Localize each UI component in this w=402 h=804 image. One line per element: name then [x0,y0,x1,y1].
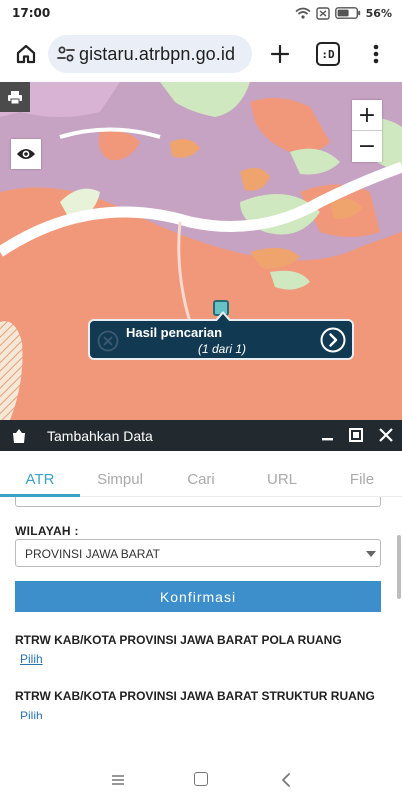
zoom-out-button[interactable]: − [352,131,382,162]
layer-visibility-button[interactable] [11,139,41,169]
home-icon [16,44,36,64]
print-button[interactable] [0,82,30,112]
status-bar: 17:00 56% [0,0,402,26]
tab-url[interactable]: URL [247,471,317,488]
tab-cari[interactable]: Cari [166,471,236,488]
layer-select-link[interactable]: Pilih [20,709,43,719]
print-icon [8,90,22,104]
back-icon[interactable] [280,772,292,788]
tab-simpul[interactable]: Simpul [85,471,155,488]
url-text: gistaru.atrbpn.go.id [79,44,236,64]
close-icon[interactable] [378,427,394,443]
tab-switcher-button[interactable]: :D [316,42,340,66]
wilayah-select[interactable]: PROVINSI JAWA BARAT [15,539,381,567]
popup-count: (1 dari 1) [198,342,247,356]
panel-title: Tambahkan Data [47,428,153,444]
browser-toolbar: gistaru.atrbpn.go.id :D [0,26,402,82]
layer-title: RTRW KAB/KOTA PROVINSI JAWA BARAT POLA R… [15,633,342,647]
system-nav-bar [0,756,402,804]
panel-scrollbar[interactable] [397,535,401,599]
chevron-right-circle-icon[interactable] [320,327,346,353]
address-bar[interactable]: gistaru.atrbpn.go.id [48,35,252,73]
plus-icon [270,44,290,64]
more-options-button[interactable] [362,38,390,70]
close-circle-icon[interactable] [97,330,119,352]
home-button[interactable] [10,38,42,70]
zoom-in-button[interactable]: + [352,100,382,131]
battery-icon [334,7,360,19]
layer-title: RTRW KAB/KOTA PROVINSI JAWA BARAT STRUKT… [15,689,375,703]
tab-atr[interactable]: ATR [5,471,75,488]
data-source-tabs: ATR Simpul Cari URL File [0,451,402,497]
new-tab-button[interactable] [264,38,296,70]
wifi-icon [295,7,311,19]
minimize-icon[interactable] [320,425,336,445]
menu-icon[interactable] [110,772,126,788]
map-view[interactable]: + − Hasil pencarian (1 dari 1) [0,82,402,420]
caret-down-icon [366,551,376,557]
battery-saver-icon [315,6,330,20]
wilayah-label: WILAYAH : [15,524,79,538]
search-result-popup: Hasil pencarian (1 dari 1) [88,311,354,360]
status-icons: 56% [295,5,392,21]
panel-content[interactable]: WILAYAH : PROVINSI JAWA BARAT Konfirmasi… [0,497,402,719]
confirm-button[interactable]: Konfirmasi [15,581,381,612]
site-info-icon[interactable] [54,42,78,66]
maximize-icon[interactable] [349,428,363,442]
status-time: 17:00 [12,6,51,20]
home-square-icon[interactable] [194,772,208,786]
battery-percentage: 56% [365,6,392,20]
panel-header: Tambahkan Data [0,420,402,451]
popup-title: Hasil pencarian [126,325,223,340]
more-vert-icon [373,44,379,64]
add-data-icon [13,429,25,443]
layer-select-link[interactable]: Pilih [20,652,43,666]
zoom-control: + − [352,100,382,162]
map-tiles [0,82,402,420]
wilayah-value: PROVINSI JAWA BARAT [25,547,160,561]
tab-file[interactable]: File [327,471,397,488]
eye-icon [17,149,35,159]
popup-pointer-inner [216,314,230,322]
previous-select[interactable] [15,497,381,507]
